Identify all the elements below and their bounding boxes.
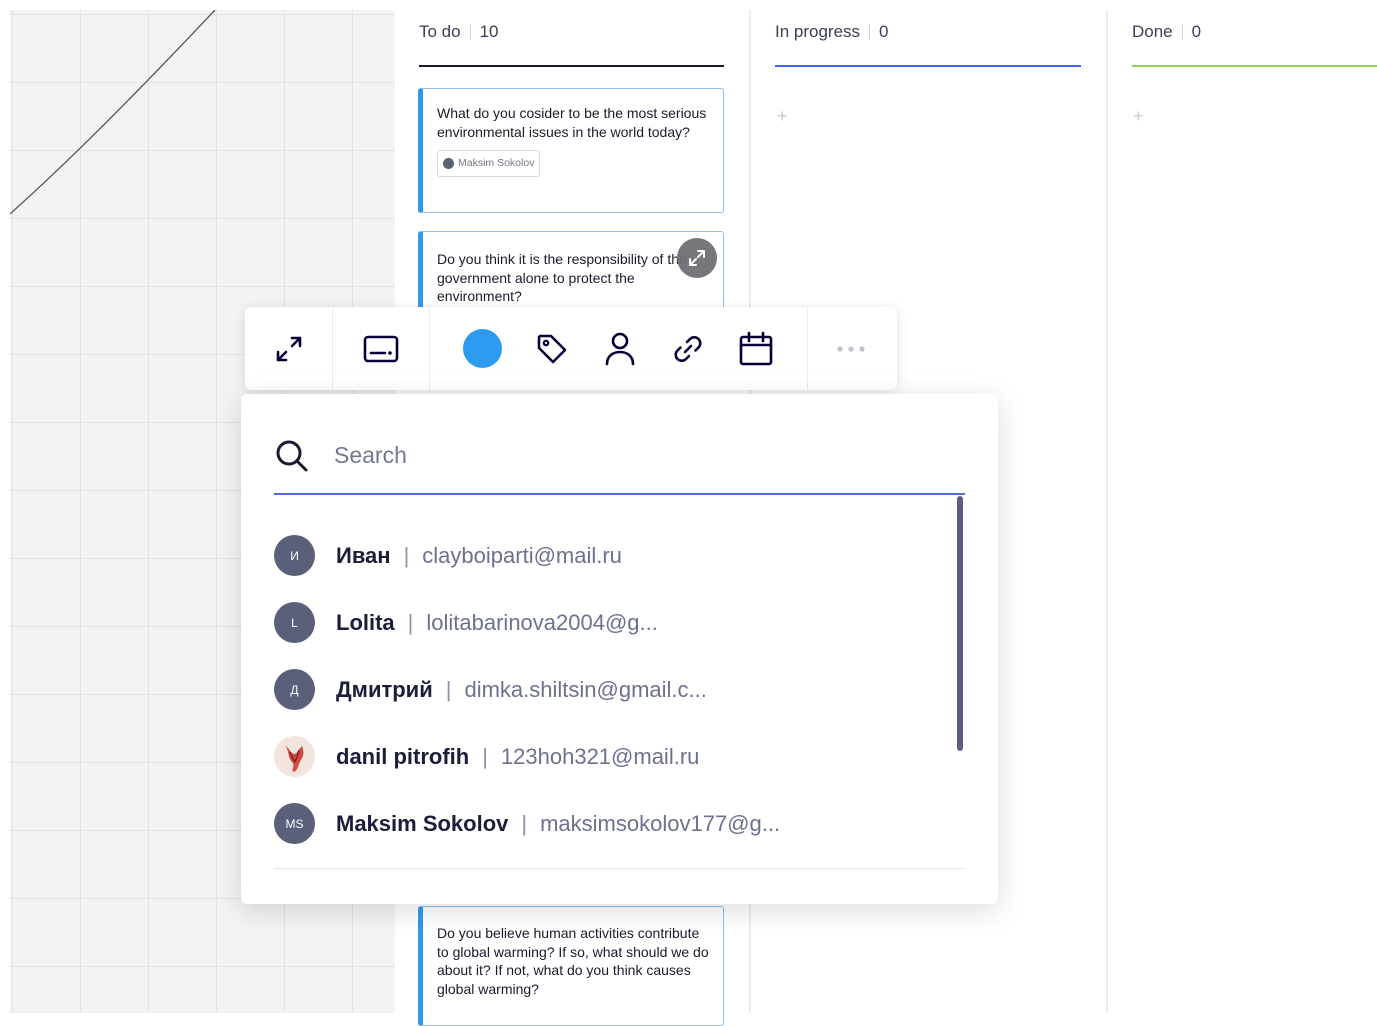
column-header-in-progress[interactable]: In progress 0 bbox=[775, 22, 889, 42]
expand-icon bbox=[276, 336, 301, 361]
expand-button[interactable] bbox=[245, 307, 332, 390]
avatar: Д bbox=[274, 669, 315, 710]
column-underline-done bbox=[1132, 65, 1377, 67]
link-icon bbox=[674, 335, 702, 362]
link-button[interactable] bbox=[654, 307, 722, 390]
user-name: Maksim Sokolov bbox=[336, 810, 509, 836]
card-text: Do you believe human activities contribu… bbox=[437, 925, 709, 997]
column-title: In progress bbox=[775, 22, 861, 41]
column-header-divider bbox=[469, 24, 471, 40]
list-scrollbar[interactable] bbox=[957, 496, 963, 751]
card[interactable]: What do you cosider to be the most serio… bbox=[418, 88, 724, 213]
column-header-divider bbox=[869, 24, 871, 40]
separator: | bbox=[482, 743, 488, 769]
column-underline-todo bbox=[419, 65, 724, 67]
avatar: MS bbox=[274, 803, 315, 844]
column-header-done[interactable]: Done 0 bbox=[1132, 22, 1201, 42]
user-name: Иван bbox=[336, 542, 391, 568]
user-email: maksimsokolov177@g... bbox=[540, 810, 781, 836]
separator: | bbox=[521, 810, 528, 836]
card-style-button[interactable] bbox=[333, 307, 429, 390]
column-count: 0 bbox=[1191, 22, 1202, 41]
column-count: 0 bbox=[879, 22, 889, 41]
user-option[interactable]: danil pitrofih | 123hoh321@mail.ru bbox=[274, 723, 934, 790]
user-option[interactable]: L Lolita | lolitabarinova2004@g... bbox=[274, 589, 934, 656]
column-header-todo[interactable]: To do 10 bbox=[419, 22, 499, 42]
user-option[interactable]: И Иван | clayboiparti@mail.ru bbox=[274, 522, 934, 589]
color-icon bbox=[462, 329, 502, 368]
user-list: И Иван | clayboiparti@mail.ru L Lolita |… bbox=[274, 522, 934, 857]
column-underline-in-progress bbox=[775, 65, 1081, 67]
column-divider bbox=[1106, 10, 1108, 1013]
column-title: Done bbox=[1132, 22, 1173, 41]
assignee-name: Maksim Sokolov bbox=[458, 157, 535, 169]
search-box bbox=[274, 418, 965, 495]
user-email: dimka.shiltsin@gmail.c... bbox=[464, 676, 707, 702]
card-context-toolbar bbox=[245, 307, 897, 390]
tag-button[interactable] bbox=[518, 307, 586, 390]
card[interactable]: Do you believe human activities contribu… bbox=[418, 906, 724, 1026]
more-options-button[interactable] bbox=[808, 307, 894, 390]
user-email: clayboiparti@mail.ru bbox=[422, 542, 622, 568]
assignee-icon bbox=[605, 332, 635, 365]
expand-arrows-icon bbox=[689, 250, 705, 266]
separator: | bbox=[445, 676, 452, 702]
avatar bbox=[443, 157, 454, 169]
column-title: To do bbox=[419, 22, 461, 41]
card-icon bbox=[363, 335, 399, 362]
avatar: L bbox=[274, 602, 315, 643]
user-photo-icon bbox=[274, 736, 315, 777]
separator: | bbox=[403, 542, 410, 568]
user-name: Дмитрий bbox=[336, 676, 433, 702]
user-name: Lolita bbox=[336, 609, 395, 635]
search-icon bbox=[276, 440, 308, 471]
assignee-dropdown: И Иван | clayboiparti@mail.ru L Lolita |… bbox=[241, 394, 998, 904]
dropdown-divider bbox=[274, 868, 965, 869]
add-card-done-button[interactable]: + bbox=[1133, 106, 1144, 127]
avatar-photo bbox=[274, 736, 315, 777]
open-card-button[interactable] bbox=[677, 238, 717, 278]
due-date-button[interactable] bbox=[722, 307, 790, 390]
column-header-divider bbox=[1181, 24, 1183, 40]
user-email: 123hoh321@mail.ru bbox=[500, 743, 700, 769]
avatar: И bbox=[274, 535, 315, 576]
user-email: lolitabarinova2004@g... bbox=[426, 609, 658, 635]
tag-icon bbox=[537, 334, 567, 363]
user-name: danil pitrofih bbox=[336, 743, 470, 769]
more-icon bbox=[837, 345, 865, 352]
column-count: 10 bbox=[479, 22, 499, 41]
search-input[interactable] bbox=[334, 442, 934, 469]
calendar-icon bbox=[739, 331, 773, 365]
connector-curve[interactable] bbox=[10, 10, 395, 230]
card-text: Do you think it is the responsibility of… bbox=[437, 251, 687, 304]
card-text: What do you cosider to be the most serio… bbox=[437, 105, 707, 140]
assignee-tag[interactable]: Maksim Sokolov bbox=[437, 150, 541, 177]
add-card-in-progress-button[interactable]: + bbox=[777, 106, 788, 127]
separator: | bbox=[407, 609, 414, 635]
user-option[interactable]: Д Дмитрий | dimka.shiltsin@gmail.c... bbox=[274, 656, 934, 723]
user-option[interactable]: MS Maksim Sokolov | maksimsokolov177@g..… bbox=[274, 790, 934, 857]
assignee-button[interactable] bbox=[586, 307, 654, 390]
